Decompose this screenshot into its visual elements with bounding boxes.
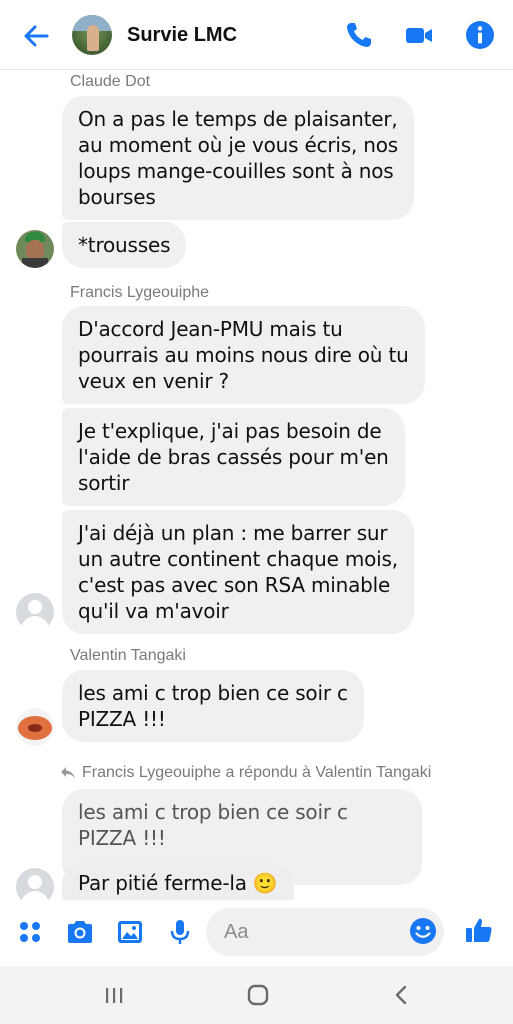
sender-avatar[interactable]: [16, 230, 54, 268]
message-line: PIZZA !!!: [78, 707, 166, 731]
sender-name: Francis Lygeouiphe: [70, 284, 210, 301]
back-icon[interactable]: [387, 980, 417, 1010]
chat-header: Survie LMC: [0, 0, 513, 70]
home-icon[interactable]: [243, 980, 273, 1010]
group-avatar[interactable]: [72, 15, 112, 55]
message-bubble[interactable]: Je t'explique, j'ai pas besoin de l'aide…: [62, 408, 405, 506]
message-line: un autre continent chaque mois,: [78, 547, 398, 571]
default-avatar[interactable]: [16, 593, 54, 631]
quoted-line: les ami c trop bien ce soir c: [78, 800, 348, 824]
video-camera-icon[interactable]: [404, 20, 434, 50]
message-line: sortir: [78, 471, 130, 495]
message-line: J'ai déjà un plan : me barrer sur: [78, 521, 388, 545]
message-line: loups mange-couilles sont à nos: [78, 159, 394, 183]
message-bubble[interactable]: Par pitié ferme-la 🙂: [62, 862, 294, 902]
message-bubble[interactable]: D'accord Jean-PMU mais tu pourrais au mo…: [62, 306, 425, 404]
microphone-icon[interactable]: [165, 917, 195, 947]
message-line: On a pas le temps de plaisanter,: [78, 107, 398, 131]
back-arrow-icon[interactable]: [20, 20, 52, 52]
message-bubble[interactable]: On a pas le temps de plaisanter, au mome…: [62, 96, 415, 220]
message-line: c'est pas avec son RSA minable: [78, 573, 391, 597]
gallery-icon[interactable]: [115, 917, 145, 947]
reply-note: Francis Lygeouiphe a répondu à Valentin …: [60, 764, 431, 782]
message-text: Par pitié ferme-la: [78, 871, 247, 895]
apps-icon[interactable]: [16, 917, 46, 947]
message-line: Je t'explique, j'ai pas besoin de: [78, 419, 382, 443]
sender-name: Claude Dot: [70, 73, 151, 90]
reply-arrow-icon: [61, 767, 75, 779]
sender-name: Valentin Tangaki: [70, 647, 186, 664]
message-line: Par pitié ferme-la 🙂: [78, 870, 278, 896]
message-bubble[interactable]: les ami c trop bien ce soir c PIZZA !!!: [62, 670, 364, 742]
thumbs-up-icon[interactable]: [464, 915, 494, 945]
message-bubble[interactable]: *trousses: [62, 222, 187, 268]
message-line: bourses: [78, 185, 156, 209]
recent-apps-icon[interactable]: [99, 980, 129, 1010]
phone-icon[interactable]: [344, 20, 374, 50]
smiley-emoji: 🙂: [252, 871, 278, 895]
message-line: veux en venir ?: [78, 369, 229, 393]
quoted-line: PIZZA !!!: [78, 826, 166, 850]
message-line: D'accord Jean-PMU mais tu: [78, 317, 343, 341]
chat-title[interactable]: Survie LMC: [127, 24, 237, 47]
message-line: pourrais au moins nous dire où tu: [78, 343, 409, 367]
message-line: les ami c trop bien ce soir c: [78, 681, 348, 705]
emoji-icon[interactable]: [408, 916, 438, 946]
message-line: qu'il va m'avoir: [78, 599, 229, 623]
message-line: au moment où je vous écris, nos: [78, 133, 399, 157]
message-bubble[interactable]: J'ai déjà un plan : me barrer sur un aut…: [62, 510, 414, 634]
info-icon[interactable]: [465, 20, 495, 50]
reply-note-text: Francis Lygeouiphe a répondu à Valentin …: [82, 764, 432, 781]
camera-icon[interactable]: [65, 917, 95, 947]
message-line: *trousses: [78, 233, 171, 257]
message-line: l'aide de bras cassés pour m'en: [78, 445, 389, 469]
sender-avatar[interactable]: [16, 708, 54, 746]
